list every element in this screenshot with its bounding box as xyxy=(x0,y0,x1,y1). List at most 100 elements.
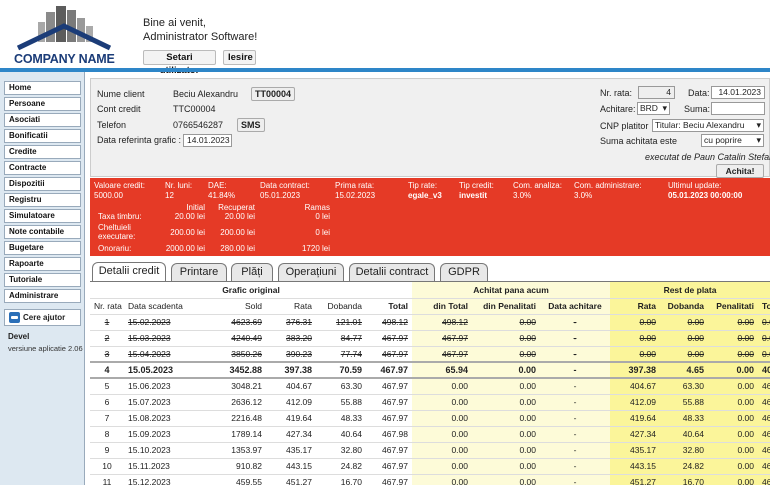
cell-4: 77.74 xyxy=(316,346,366,363)
cell-10: 55.88 xyxy=(660,394,708,411)
cell-7: 0.00 xyxy=(472,474,540,485)
cell-2: 910.82 xyxy=(184,458,266,475)
amount-paid-select[interactable]: cu poprire xyxy=(701,134,764,147)
table-row[interactable]: 8 15.09.2023 1789.14 427.34 40.64 467.98 0.00 0… xyxy=(90,426,770,443)
sidebar-item-credite[interactable]: Credite xyxy=(4,145,81,159)
col-header-3[interactable]: Rata xyxy=(266,298,316,315)
cell-4: 121.01 xyxy=(316,314,366,331)
fee-ramas-1: 0 lei xyxy=(315,228,330,237)
table-row[interactable]: 2 15.03.2023 4240.49 383.20 84.77 467.97 467.9… xyxy=(90,330,770,347)
installment-no-input[interactable]: 4 xyxy=(638,86,675,99)
col-header-11[interactable]: Penalitati xyxy=(708,298,758,315)
cell-4: 40.64 xyxy=(316,426,366,443)
table-row[interactable]: 6 15.07.2023 2636.12 412.09 55.88 467.97 0.00 0… xyxy=(90,394,770,411)
table-row[interactable]: 4 15.05.2023 3452.88 397.38 70.59 467.97 65.94… xyxy=(90,361,770,379)
cell-1: 15.05.2023 xyxy=(124,361,184,379)
table-row[interactable]: 9 15.10.2023 1353.97 435.17 32.80 467.97 0.00 0… xyxy=(90,442,770,459)
cell-12: 467.97 xyxy=(758,394,770,411)
cell-12: 467.97 xyxy=(758,378,770,395)
sidebar-item-registru[interactable]: Registru xyxy=(4,193,81,207)
contract-code-button[interactable]: TT00004 xyxy=(251,87,296,101)
welcome-line-2: Administrator Software! xyxy=(143,31,258,43)
summary-value-2: 41.84% xyxy=(208,191,236,200)
cell-2: 1789.14 xyxy=(184,426,266,443)
sms-button[interactable]: SMS xyxy=(237,118,265,132)
col-header-6[interactable]: din Total xyxy=(412,298,472,315)
group-header-row: Grafic original Achitat pana acum Rest de … xyxy=(90,282,770,299)
payer-cnp-select[interactable]: Titular: Bесiu Alexandru xyxy=(652,119,764,132)
cell-0: 4 xyxy=(90,361,124,379)
tab-detalii-credit[interactable]: Detalii credit xyxy=(92,262,166,282)
col-header-8[interactable]: Data achitare xyxy=(540,298,610,315)
cell-1: 15.10.2023 xyxy=(124,442,184,459)
cell-5: 467.97 xyxy=(366,410,412,427)
help-button[interactable]: Cere ajutor xyxy=(4,309,81,326)
sidebar-item-home[interactable]: Home xyxy=(4,81,81,95)
sidebar-item-asociati[interactable]: Asociati xyxy=(4,113,81,127)
cell-11: 0.00 xyxy=(708,394,758,411)
table-row[interactable]: 11 15.12.2023 459.55 451.27 16.70 467.97 0.00 0… xyxy=(90,474,770,485)
table-row[interactable]: 3 15.04.2023 3850.26 390.23 77.74 467.97 467.9… xyxy=(90,346,770,363)
table-row[interactable]: 5 15.06.2023 3048.21 404.67 63.30 467.97 0.00 0… xyxy=(90,378,770,395)
table-row[interactable]: 1 15.02.2023 4623.69 376.31 121.01 498.12 498.… xyxy=(90,314,770,331)
exit-button[interactable]: Iesire xyxy=(223,50,256,65)
sidebar-item-administrare[interactable]: Administrare xyxy=(4,289,81,303)
cell-9: 0.00 xyxy=(610,346,660,363)
col-header-12[interactable]: Total xyxy=(758,298,770,315)
sidebar-item-rapoarte[interactable]: Rapoarte xyxy=(4,257,81,271)
payment-method-select[interactable]: BRD xyxy=(637,102,670,115)
cell-0: 10 xyxy=(90,458,124,475)
sidebar-item-bonificatii[interactable]: Bonificatii xyxy=(4,129,81,143)
summary-label-7: Com. analiza: xyxy=(513,181,562,190)
sidebar-item-contracte[interactable]: Contracte xyxy=(4,161,81,175)
summary-label-6: Tip credit: xyxy=(459,181,494,190)
summary-value-3: 05.01.2023 xyxy=(260,191,301,200)
sidebar-item-tutoriale[interactable]: Tutoriale xyxy=(4,273,81,287)
cell-6: 498.12 xyxy=(412,314,472,331)
cell-0: 1 xyxy=(90,314,124,331)
sidebar-item-persoane[interactable]: Persoane xyxy=(4,97,81,111)
col-header-10[interactable]: Dobanda xyxy=(660,298,708,315)
summary-value-9: 05.01.2023 00:00:00 xyxy=(668,191,743,200)
tab-gdpr[interactable]: GDPR xyxy=(440,263,488,282)
reference-date-label: Data referinta grafic : xyxy=(97,135,182,145)
cell-1: 15.04.2023 xyxy=(124,346,184,363)
tab-printare[interactable]: Printare xyxy=(171,263,227,282)
col-header-0[interactable]: Nr. rata xyxy=(90,298,124,315)
col-header-2[interactable]: Sold xyxy=(184,298,266,315)
cell-6: 0.00 xyxy=(412,378,472,395)
user-settings-button[interactable]: Setari utilizator xyxy=(143,50,216,76)
amount-input[interactable] xyxy=(711,102,765,115)
summary-label-8: Com. administrare: xyxy=(574,181,642,190)
cell-8: - xyxy=(540,314,610,331)
cell-5: 467.97 xyxy=(366,394,412,411)
reference-date-input[interactable]: 14.01.2023 xyxy=(183,134,232,147)
cell-12: 0.00 xyxy=(758,330,770,347)
table-row[interactable]: 7 15.08.2023 2216.48 419.64 48.33 467.97 0.00 0… xyxy=(90,410,770,427)
tab-operatiuni[interactable]: Operațiuni xyxy=(278,263,344,282)
cell-1: 15.08.2023 xyxy=(124,410,184,427)
pay-button[interactable]: Achita! xyxy=(716,164,764,178)
client-info-panel: Nume client Bесiu Alexandru TT00004 Cont… xyxy=(90,78,770,178)
col-header-4[interactable]: Dobanda xyxy=(316,298,366,315)
col-header-5[interactable]: Total xyxy=(366,298,412,315)
summary-label-4: Prima rata: xyxy=(335,181,375,190)
sidebar-item-note-contabile[interactable]: Note contabile xyxy=(4,225,81,239)
date-input[interactable]: 14.01.2023 xyxy=(711,86,765,99)
cell-3: 451.27 xyxy=(266,474,316,485)
cell-5: 467.97 xyxy=(366,378,412,395)
sidebar: Home Persoane Asociati Bonificatii Credite Co… xyxy=(0,72,85,485)
tab-detalii-contract[interactable]: Detalii contract xyxy=(349,263,435,282)
tab-plati[interactable]: Plăți xyxy=(231,263,273,282)
col-header-9[interactable]: Rata xyxy=(610,298,660,315)
cell-6: 0.00 xyxy=(412,442,472,459)
col-header-1[interactable]: Data scadenta xyxy=(124,298,184,315)
cell-0: 9 xyxy=(90,442,124,459)
cell-5: 467.97 xyxy=(366,361,412,379)
sidebar-item-simulatoare[interactable]: Simulatoare xyxy=(4,209,81,223)
sidebar-item-dispozitii[interactable]: Dispozitii xyxy=(4,177,81,191)
cell-4: 55.88 xyxy=(316,394,366,411)
table-row[interactable]: 10 15.11.2023 910.82 443.15 24.82 467.97 0.00 0… xyxy=(90,458,770,475)
sidebar-item-bugetare[interactable]: Bugetare xyxy=(4,241,81,255)
col-header-7[interactable]: din Penalitati xyxy=(472,298,540,315)
